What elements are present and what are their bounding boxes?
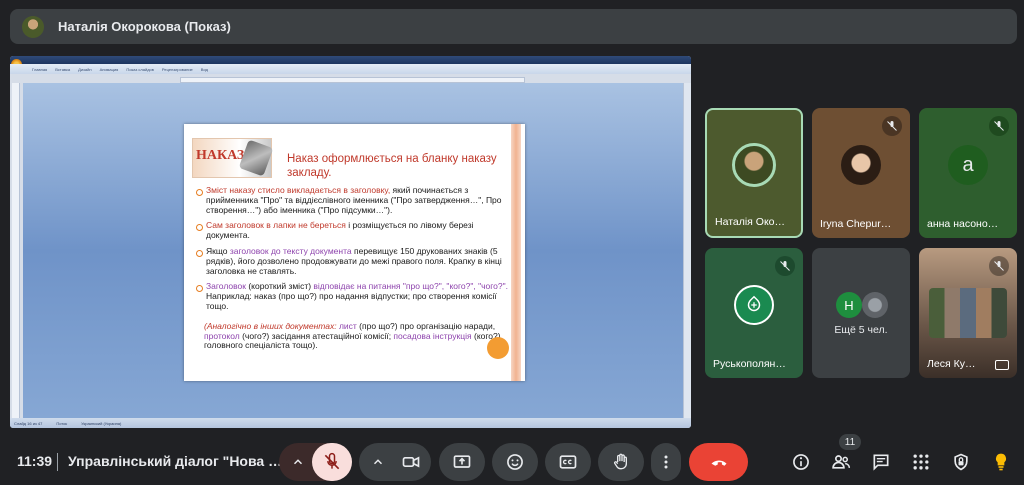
word-titlebar xyxy=(10,56,691,64)
status-item: Слайд 16 из 47 xyxy=(14,420,43,426)
bullet-item: Якщо заголовок до тексту документа перев… xyxy=(196,246,514,276)
call-end-icon xyxy=(711,460,726,466)
participant-avatar xyxy=(841,145,881,186)
participant-name: анна насоно… xyxy=(927,218,999,230)
nakaz-logo-image: НАКАЗ xyxy=(192,138,274,178)
reactions-button[interactable] xyxy=(492,443,538,481)
mic-off-icon xyxy=(775,256,795,276)
participant-avatar xyxy=(862,292,888,318)
participant-tile[interactable]: Леся Ку… xyxy=(919,248,1017,378)
camera-options-button[interactable] xyxy=(364,448,392,476)
presenter-banner: Наталія Окорокова (Показ) xyxy=(10,9,1017,44)
more-participants-tile[interactable]: Н Ещё 5 чел. xyxy=(812,248,910,378)
captions-button[interactable] xyxy=(545,443,591,481)
chat-button[interactable] xyxy=(867,448,895,476)
participant-name: Леся Ку… xyxy=(927,358,976,370)
participant-name: Наталія Око… xyxy=(715,216,786,228)
more-participants-label: Ещё 5 чел. xyxy=(834,324,888,336)
mic-toggle-button[interactable] xyxy=(312,443,352,481)
people-button[interactable] xyxy=(827,448,855,476)
participant-name: Iryna Chepur… xyxy=(820,218,892,230)
chevron-up-icon xyxy=(293,459,303,465)
lightbulb-icon xyxy=(995,453,1007,471)
apps-icon xyxy=(913,454,929,470)
info-icon xyxy=(793,454,809,470)
participant-tile[interactable]: Руськополян… xyxy=(705,248,803,378)
ribbon-tab: Вставка xyxy=(55,66,71,72)
companion-button[interactable] xyxy=(987,448,1015,476)
chat-icon xyxy=(873,454,889,471)
present-screen-icon xyxy=(453,455,471,468)
end-call-button[interactable] xyxy=(689,443,748,481)
mic-off-icon xyxy=(882,116,902,136)
word-statusbar: Слайд 16 из 47 Поток Украинский (Украина… xyxy=(10,418,691,428)
divider xyxy=(57,453,58,471)
camera-toggle-button[interactable] xyxy=(392,443,430,481)
meeting-name: Управлінський діалог "Нова … xyxy=(68,453,283,469)
more-options-button[interactable] xyxy=(651,443,681,481)
ribbon-tab: Главная xyxy=(32,66,48,72)
mic-off-icon xyxy=(324,452,340,470)
participant-tile-presenter[interactable]: Наталія Око… xyxy=(705,108,803,238)
pen-icon xyxy=(238,139,274,177)
participant-letter-avatar: Н xyxy=(836,292,862,318)
raise-hand-button[interactable] xyxy=(598,443,644,481)
raise-hand-icon xyxy=(613,453,627,470)
mic-options-button[interactable] xyxy=(284,448,312,476)
host-controls-icon xyxy=(954,453,968,471)
ribbon-tab: Анимация xyxy=(99,66,119,72)
presentation-slide: НАКАЗ Наказ оформлюється на бланку наказ… xyxy=(184,124,525,381)
nakaz-logo-word: НАКАЗ xyxy=(196,148,245,163)
closed-captions-icon xyxy=(559,455,577,469)
emoji-icon xyxy=(507,454,523,470)
presenter-avatar xyxy=(22,15,44,38)
vertical-ruler xyxy=(12,83,20,418)
participant-avatar xyxy=(732,143,776,188)
mic-off-icon xyxy=(989,116,1009,136)
more-vert-icon xyxy=(664,455,668,469)
analogy-note: (Аналогічно в інших документах: лист (пр… xyxy=(204,320,501,351)
ribbon-tab: Вид xyxy=(200,66,209,72)
presenter-title: Наталія Окорокова (Показ) xyxy=(58,19,231,34)
ribbon-tab: Показ слайдов xyxy=(126,66,154,72)
chevron-up-icon xyxy=(373,459,383,465)
pip-icon[interactable] xyxy=(995,360,1009,370)
participant-tile[interactable]: а анна насоно… xyxy=(919,108,1017,238)
clock-time: 11:39 xyxy=(17,453,53,469)
status-item: Украинский (Украина) xyxy=(81,420,122,426)
meeting-info-button[interactable] xyxy=(787,448,815,476)
videocam-icon xyxy=(402,456,420,468)
vertical-scrollbar xyxy=(683,83,691,418)
people-icon xyxy=(832,455,851,469)
bullet-item: Заголовок (короткий зміст) відповідає на… xyxy=(196,281,514,311)
participant-tile[interactable]: Iryna Chepur… xyxy=(812,108,910,238)
host-controls-button[interactable] xyxy=(947,448,975,476)
slide-bullets: Зміст наказу стисло викладається в загол… xyxy=(196,185,514,351)
participant-name: Руськополян… xyxy=(713,358,786,370)
ribbon-tab: Дизайн xyxy=(78,66,92,72)
group-video-feed xyxy=(929,288,1007,338)
slide-heading: Наказ оформлюється на бланку наказу закл… xyxy=(287,153,497,179)
mic-off-icon xyxy=(989,256,1009,276)
bullet-item: Сам заголовок в лапки не береться і розм… xyxy=(196,220,514,241)
activities-button[interactable] xyxy=(907,448,935,476)
word-ribbon: Главная Вставка Дизайн Анимация Показ сл… xyxy=(10,64,691,74)
present-screen-button[interactable] xyxy=(439,443,485,481)
participant-letter-avatar: а xyxy=(948,145,988,186)
laser-pointer-dot xyxy=(487,337,509,359)
status-item: Поток xyxy=(56,420,68,426)
school-logo-icon xyxy=(734,285,774,326)
ribbon-tab: Рецензирование xyxy=(161,66,193,72)
bullet-item: Зміст наказу стисло викладається в загол… xyxy=(196,185,514,215)
